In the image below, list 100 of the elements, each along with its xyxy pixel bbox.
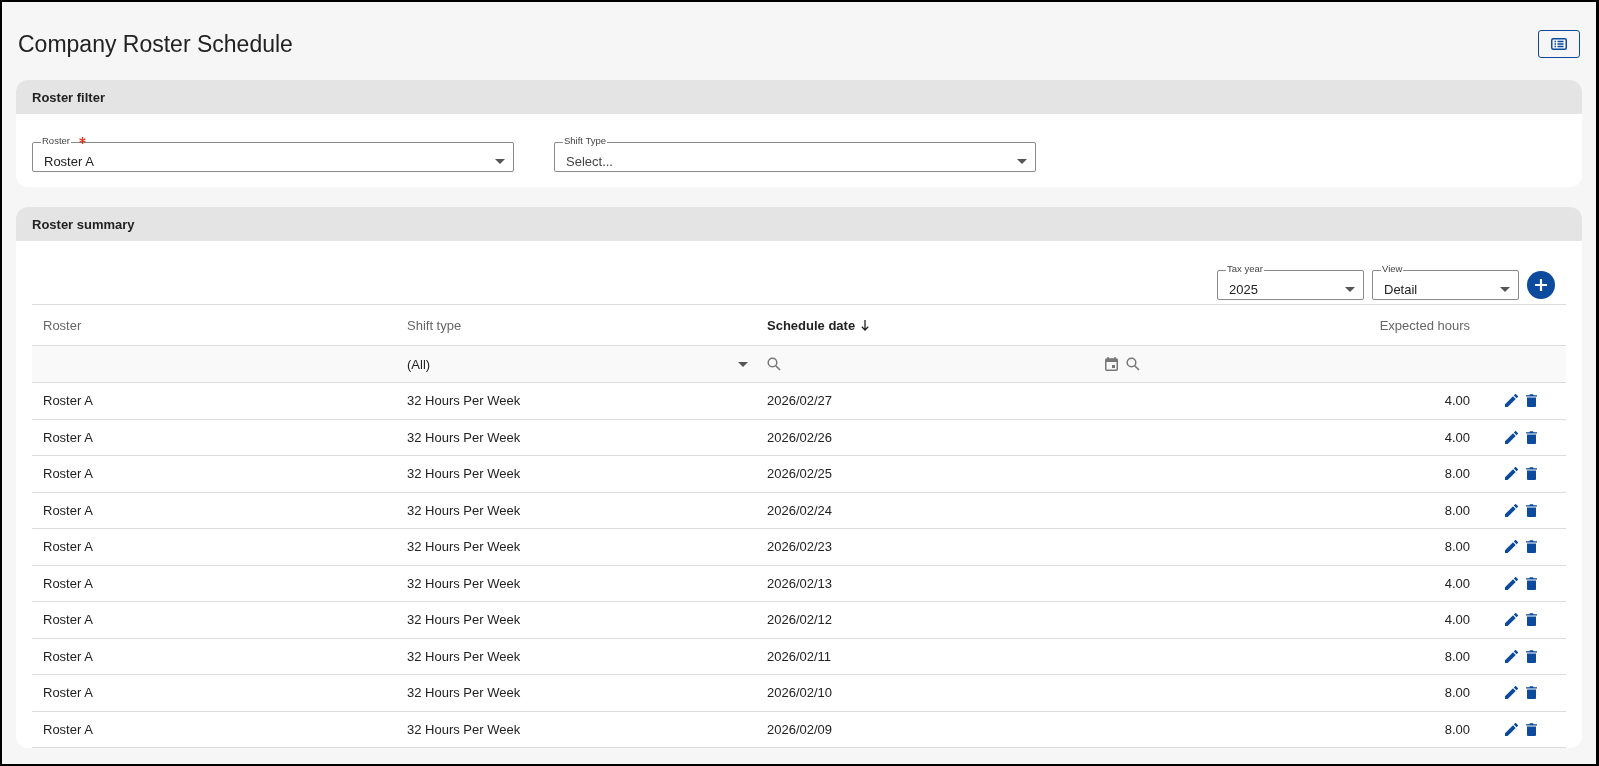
table-cell: Roster A <box>32 675 396 712</box>
table-cell: 2026/02/11 <box>756 638 1126 675</box>
dropdown-caret-icon[interactable] <box>495 158 505 164</box>
filter-dropdown[interactable]: (All) <box>396 346 756 383</box>
delete-button[interactable] <box>1526 503 1537 517</box>
field-label: Tax year <box>1226 263 1264 275</box>
search-icon[interactable] <box>1126 357 1140 371</box>
table-cell: Roster A <box>32 383 396 420</box>
pencil-icon <box>1505 686 1518 700</box>
table-cell: 2026/02/24 <box>756 492 1126 529</box>
edit-button[interactable] <box>1505 430 1518 444</box>
table-cell: 32 Hours Per Week <box>396 419 756 456</box>
trash-icon <box>1526 540 1537 554</box>
pencil-icon <box>1505 503 1518 517</box>
table-cell: 4.00 <box>1126 419 1481 456</box>
column-header[interactable]: Shift type <box>396 304 756 346</box>
table-cell: 32 Hours Per Week <box>396 383 756 420</box>
pencil-icon <box>1505 576 1518 590</box>
table-cell: Roster A <box>32 602 396 639</box>
edit-button[interactable] <box>1505 540 1518 554</box>
search-icon[interactable] <box>767 357 781 371</box>
delete-button[interactable] <box>1526 540 1537 554</box>
table-cell: 2026/02/27 <box>756 383 1126 420</box>
pencil-icon <box>1505 722 1518 736</box>
pencil-icon <box>1505 394 1518 408</box>
trash-icon <box>1526 503 1537 517</box>
column-header[interactable]: Roster <box>32 304 396 346</box>
delete-button[interactable] <box>1526 686 1537 700</box>
dropdown-caret-icon[interactable] <box>738 361 748 367</box>
table-cell: Roster A <box>32 711 396 748</box>
table-cell: Roster A <box>32 638 396 675</box>
trash-icon <box>1526 576 1537 590</box>
delete-button[interactable] <box>1526 649 1537 663</box>
edit-button[interactable] <box>1505 467 1518 481</box>
list-view-button[interactable] <box>1538 30 1580 58</box>
calendar-icon[interactable] <box>1105 357 1118 371</box>
page-title: Company Roster Schedule <box>18 29 293 58</box>
table-cell: 32 Hours Per Week <box>396 675 756 712</box>
required-asterisk-icon <box>78 137 86 144</box>
pencil-icon <box>1505 467 1518 481</box>
table-cell: 32 Hours Per Week <box>396 565 756 602</box>
list-icon <box>1551 38 1567 50</box>
trash-icon <box>1526 467 1537 481</box>
trash-icon <box>1526 686 1537 700</box>
sort-down-arrow-icon <box>861 319 870 331</box>
table-cell: 2026/02/25 <box>756 456 1126 493</box>
delete-button[interactable] <box>1526 576 1537 590</box>
delete-button[interactable] <box>1526 722 1537 736</box>
delete-button[interactable] <box>1526 430 1537 444</box>
table-cell: 4.00 <box>1126 565 1481 602</box>
table-cell: 8.00 <box>1126 638 1481 675</box>
delete-button[interactable] <box>1526 394 1537 408</box>
trash-icon <box>1526 430 1537 444</box>
pencil-icon <box>1505 540 1518 554</box>
trash-icon <box>1526 394 1537 408</box>
add-button[interactable] <box>1527 271 1555 299</box>
table-cell: 8.00 <box>1126 675 1481 712</box>
table-cell: 32 Hours Per Week <box>396 456 756 493</box>
table-cell: Roster A <box>32 565 396 602</box>
table-cell: 2026/02/09 <box>756 711 1126 748</box>
table-cell: 8.00 <box>1126 711 1481 748</box>
dropdown-caret-icon[interactable] <box>1500 286 1510 292</box>
column-header[interactable]: Schedule date <box>756 304 1126 346</box>
field-label: Shift Type <box>563 135 608 147</box>
pencil-icon <box>1505 613 1518 627</box>
trash-icon <box>1526 722 1537 736</box>
edit-button[interactable] <box>1505 503 1518 517</box>
edit-button[interactable] <box>1505 649 1518 663</box>
panel-header: Roster summary <box>16 207 1582 241</box>
pencil-icon <box>1505 649 1518 663</box>
edit-button[interactable] <box>1505 613 1518 627</box>
trash-icon <box>1526 613 1537 627</box>
table-cell: Roster A <box>32 529 396 566</box>
table-cell: Roster A <box>32 492 396 529</box>
delete-button[interactable] <box>1526 613 1537 627</box>
dropdown-caret-icon[interactable] <box>1345 286 1355 292</box>
table-cell: 32 Hours Per Week <box>396 711 756 748</box>
pencil-icon <box>1505 430 1518 444</box>
table-cell: 2026/02/13 <box>756 565 1126 602</box>
edit-button[interactable] <box>1505 576 1518 590</box>
table-cell: 8.00 <box>1126 456 1481 493</box>
delete-button[interactable] <box>1526 467 1537 481</box>
table-cell: 32 Hours Per Week <box>396 492 756 529</box>
field-label: Roster <box>41 135 71 147</box>
table-cell: 2026/02/12 <box>756 602 1126 639</box>
plus-icon <box>1535 279 1547 291</box>
table-cell: 8.00 <box>1126 529 1481 566</box>
table-cell: 4.00 <box>1126 602 1481 639</box>
edit-button[interactable] <box>1505 394 1518 408</box>
panel-header: Roster filter <box>16 80 1582 114</box>
table-cell: 32 Hours Per Week <box>396 602 756 639</box>
edit-button[interactable] <box>1505 722 1518 736</box>
table-cell: Roster A <box>32 456 396 493</box>
table-cell: 8.00 <box>1126 492 1481 529</box>
table-cell: 2026/02/23 <box>756 529 1126 566</box>
edit-button[interactable] <box>1505 686 1518 700</box>
table-cell: 4.00 <box>1126 383 1481 420</box>
trash-icon <box>1526 649 1537 663</box>
dropdown-caret-icon[interactable] <box>1017 158 1027 164</box>
table-cell: Roster A <box>32 419 396 456</box>
